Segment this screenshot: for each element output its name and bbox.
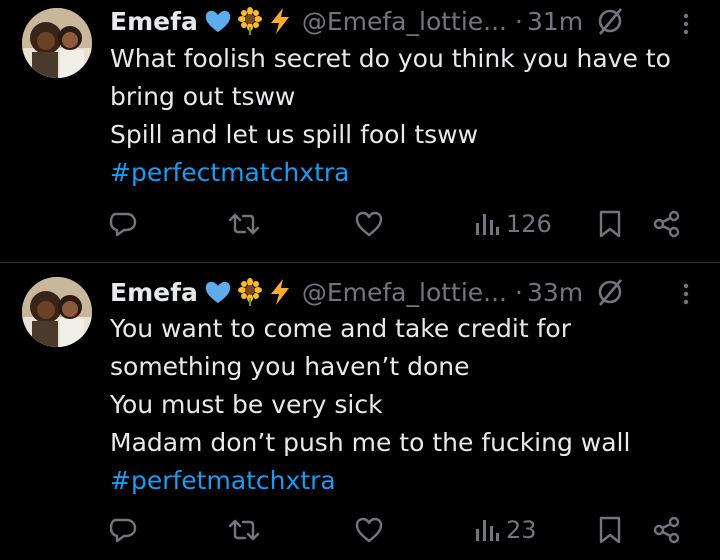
reply-icon xyxy=(109,518,137,543)
tweet[interactable]: Emefa @Emefa_l xyxy=(0,0,720,262)
tweet-line: Madam don’t push me to the fucking wall xyxy=(110,428,631,457)
retweet-button[interactable] xyxy=(228,204,260,244)
tweet-header: Emefa @Emefa_l xyxy=(110,275,700,309)
reply-button[interactable] xyxy=(108,510,138,550)
sunflower-icon xyxy=(236,7,264,35)
action-bar: 126 xyxy=(0,204,720,244)
blue-heart-icon xyxy=(204,7,232,35)
bookmark-icon xyxy=(599,210,621,238)
views-button[interactable]: 23 xyxy=(474,510,537,550)
user-handle[interactable]: @Emefa_lottie... xyxy=(302,278,507,307)
separator-dot: · xyxy=(515,6,523,36)
share-button[interactable] xyxy=(652,204,682,244)
tweet-line: You want to come and take credit for xyxy=(110,314,571,343)
bookmark-button[interactable] xyxy=(597,510,623,550)
hashtag-link[interactable]: #perfetmatchxtra xyxy=(110,462,700,500)
reply-button[interactable] xyxy=(108,204,138,244)
bookmark-button[interactable] xyxy=(597,204,623,244)
views-count: 23 xyxy=(506,516,537,544)
lightning-icon xyxy=(266,7,294,35)
like-button[interactable] xyxy=(354,510,384,550)
reply-icon xyxy=(109,212,137,237)
grok-icon[interactable] xyxy=(595,6,625,36)
avatar[interactable] xyxy=(22,8,92,78)
more-options-icon[interactable] xyxy=(674,10,698,38)
views-count: 126 xyxy=(506,210,552,238)
separator-dot: · xyxy=(515,277,523,307)
retweet-icon xyxy=(228,213,260,235)
views-icon xyxy=(476,520,499,541)
display-name[interactable]: Emefa xyxy=(110,7,198,36)
timestamp[interactable]: 31m xyxy=(527,7,583,36)
tweet-header: Emefa @Emefa_l xyxy=(110,4,700,38)
user-handle[interactable]: @Emefa_lottie... xyxy=(302,7,507,36)
tweet-line: Spill and let us spill fool tsww xyxy=(110,120,479,149)
views-button[interactable]: 126 xyxy=(474,204,552,244)
tweet-line: something you haven’t done xyxy=(110,352,470,381)
retweet-button[interactable] xyxy=(228,510,260,550)
sunflower-icon xyxy=(236,278,264,306)
heart-icon xyxy=(355,517,383,543)
tweet-line: bring out tsww xyxy=(110,82,296,111)
share-button[interactable] xyxy=(652,510,682,550)
tweet-text: What foolish secret do you think you hav… xyxy=(110,40,700,192)
tweet-line: What foolish secret do you think you hav… xyxy=(110,44,671,73)
tweet-text: You want to come and take credit for som… xyxy=(110,310,700,500)
grok-icon[interactable] xyxy=(595,277,625,307)
tweet-line: You must be very sick xyxy=(110,390,383,419)
timestamp[interactable]: 33m xyxy=(527,278,583,307)
display-name[interactable]: Emefa xyxy=(110,278,198,307)
share-icon xyxy=(653,516,680,544)
share-icon xyxy=(653,210,680,238)
heart-icon xyxy=(355,211,383,237)
lightning-icon xyxy=(266,278,294,306)
bookmark-icon xyxy=(599,516,621,544)
tweet[interactable]: Emefa @Emefa_l xyxy=(0,263,720,560)
like-button[interactable] xyxy=(354,204,384,244)
retweet-icon xyxy=(228,519,260,541)
blue-heart-icon xyxy=(204,278,232,306)
action-bar: 23 xyxy=(0,510,720,550)
views-icon xyxy=(476,214,499,235)
avatar[interactable] xyxy=(22,277,92,347)
more-options-icon[interactable] xyxy=(674,280,698,308)
hashtag-link[interactable]: #perfectmatchxtra xyxy=(110,154,700,192)
